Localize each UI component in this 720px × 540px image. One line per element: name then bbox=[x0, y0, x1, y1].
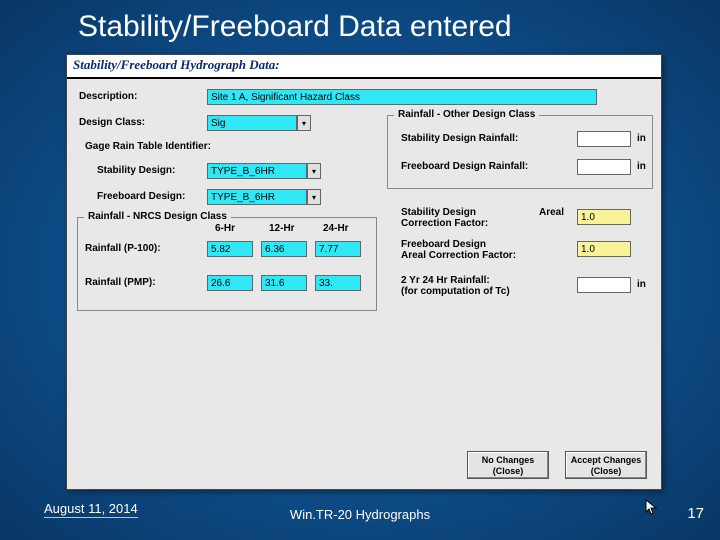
freeboard-rainfall-input[interactable] bbox=[577, 159, 631, 175]
col-6hr: 6-Hr bbox=[215, 223, 235, 234]
no-changes-label: No Changes (Close) bbox=[482, 455, 535, 476]
freeboard-corr-input[interactable]: 1.0 bbox=[577, 241, 631, 257]
freeboard-rainfall-label: Freeboard Design Rainfall: bbox=[401, 161, 528, 172]
freeboard-design-dropdown-arrow[interactable]: ▾ bbox=[307, 189, 321, 205]
other-groupbox: Rainfall - Other Design Class bbox=[387, 115, 653, 189]
rainfall-pmp-label: Rainfall (PMP): bbox=[85, 277, 156, 288]
stability-design-input[interactable]: TYPE_B_6HR bbox=[207, 163, 307, 179]
stability-rainfall-label: Stability Design Rainfall: bbox=[401, 133, 518, 144]
rainfall-pmp-24[interactable]: 33. bbox=[315, 275, 361, 291]
rainfall-pmp-12[interactable]: 31.6 bbox=[261, 275, 307, 291]
stability-rainfall-unit: in bbox=[637, 133, 646, 144]
stability-rainfall-input[interactable] bbox=[577, 131, 631, 147]
slide-title: Stability/Freeboard Data entered bbox=[0, 0, 720, 50]
stability-corr-input[interactable]: 1.0 bbox=[577, 209, 631, 225]
design-class-label: Design Class: bbox=[79, 117, 145, 128]
zyr-unit: in bbox=[637, 279, 646, 290]
stability-corr-areal: Areal bbox=[539, 207, 564, 218]
window-header: Stability/Freeboard Hydrograph Data: bbox=[67, 55, 661, 79]
col-24hr: 24-Hr bbox=[323, 223, 349, 234]
design-class-input[interactable]: Sig bbox=[207, 115, 297, 131]
footer-page: 17 bbox=[687, 505, 704, 522]
gage-rain-label: Gage Rain Table Identifier: bbox=[85, 141, 211, 152]
nrcs-group-title: Rainfall - NRCS Design Class bbox=[84, 211, 231, 222]
rainfall-p100-12[interactable]: 6.36 bbox=[261, 241, 307, 257]
accept-changes-button[interactable]: Accept Changes (Close) bbox=[565, 451, 647, 479]
col-12hr: 12-Hr bbox=[269, 223, 295, 234]
zyr-input[interactable] bbox=[577, 277, 631, 293]
design-class-dropdown-arrow[interactable]: ▾ bbox=[297, 115, 311, 131]
rainfall-p100-6[interactable]: 5.82 bbox=[207, 241, 253, 257]
freeboard-design-input[interactable]: TYPE_B_6HR bbox=[207, 189, 307, 205]
freeboard-design-label: Freeboard Design: bbox=[97, 191, 185, 202]
form-body: Description: Site 1 A, Significant Hazar… bbox=[67, 79, 661, 487]
other-group-title: Rainfall - Other Design Class bbox=[394, 109, 539, 120]
freeboard-rainfall-unit: in bbox=[637, 161, 646, 172]
rainfall-p100-label: Rainfall (P-100): bbox=[85, 243, 161, 254]
footer-center: Win.TR-20 Hydrographs bbox=[0, 507, 720, 522]
no-changes-button[interactable]: No Changes (Close) bbox=[467, 451, 549, 479]
description-input[interactable]: Site 1 A, Significant Hazard Class bbox=[207, 89, 597, 105]
app-window: Stability/Freeboard Hydrograph Data: Des… bbox=[66, 54, 662, 490]
stability-design-label: Stability Design: bbox=[97, 165, 175, 176]
rainfall-pmp-6[interactable]: 26.6 bbox=[207, 275, 253, 291]
stability-corr-label: Stability Design Correction Factor: bbox=[401, 207, 488, 229]
description-label: Description: bbox=[79, 91, 137, 102]
rainfall-p100-24[interactable]: 7.77 bbox=[315, 241, 361, 257]
accept-changes-label: Accept Changes (Close) bbox=[571, 455, 642, 476]
stability-design-dropdown-arrow[interactable]: ▾ bbox=[307, 163, 321, 179]
freeboard-corr-label: Freeboard Design Areal Correction Factor… bbox=[401, 239, 516, 261]
zyr-label: 2 Yr 24 Hr Rainfall: (for computation of… bbox=[401, 275, 510, 297]
